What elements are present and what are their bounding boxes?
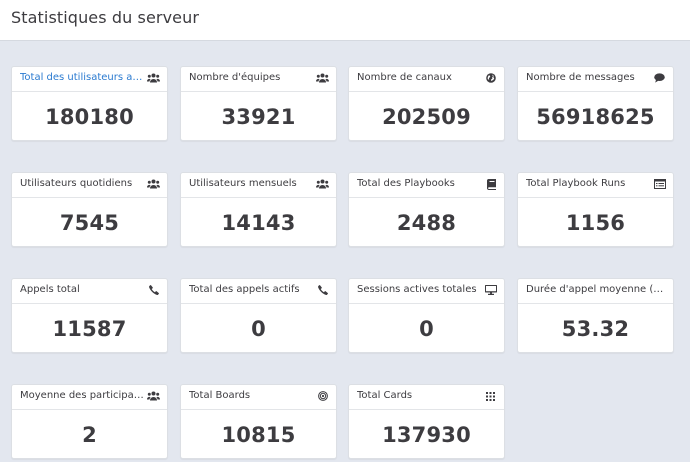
phone-icon — [147, 284, 160, 296]
card-title: Nombre de canaux — [357, 72, 452, 83]
page-title: Statistiques du serveur — [11, 8, 200, 27]
card-value: 7545 — [59, 211, 120, 235]
card-title: Moyenne des participants … — [20, 390, 144, 401]
card-value: 11587 — [52, 317, 127, 341]
users-icon — [316, 72, 329, 84]
stat-card-active-calls: Total des appels actifs 0 — [180, 278, 337, 353]
users-icon — [147, 178, 160, 190]
card-header: Total Cards — [349, 385, 504, 410]
card-title-link[interactable]: Total des utilisateurs activ… — [20, 72, 144, 83]
card-header: Sessions actives totales — [349, 279, 504, 304]
comment-icon — [653, 72, 666, 84]
stat-card-messages: Nombre de messages 56918625 — [517, 66, 674, 141]
stat-card-playbook-runs: Total Playbook Runs 1156 — [517, 172, 674, 247]
card-value: 137930 — [382, 423, 471, 447]
card-header: Total Playbook Runs — [518, 173, 673, 198]
stat-card-monthly-users: Utilisateurs mensuels 14143 — [180, 172, 337, 247]
card-title: Durée d'appel moyenne (… — [526, 284, 664, 295]
card-header: Total des appels actifs — [181, 279, 336, 304]
card-value: 56918625 — [536, 105, 655, 129]
card-header: Nombre de canaux — [349, 67, 504, 92]
card-header: Total des Playbooks — [349, 173, 504, 198]
card-header: Utilisateurs quotidiens — [12, 173, 167, 198]
card-title: Utilisateurs quotidiens — [20, 178, 133, 189]
stat-card-avg-participants: Moyenne des participants … 2 — [11, 384, 168, 459]
card-header: Total des utilisateurs activ… — [12, 67, 167, 92]
card-header: Total Boards — [181, 385, 336, 410]
card-value: 2488 — [396, 211, 457, 235]
card-header: Durée d'appel moyenne (… — [518, 279, 673, 304]
card-title: Sessions actives totales — [357, 284, 477, 295]
card-title: Utilisateurs mensuels — [189, 178, 297, 189]
card-value: 180180 — [45, 105, 134, 129]
target-icon — [316, 390, 329, 402]
stat-card-teams: Nombre d'équipes 33921 — [180, 66, 337, 141]
list-icon — [653, 178, 666, 190]
users-icon — [147, 72, 160, 84]
users-icon — [316, 178, 329, 190]
book-icon — [484, 178, 497, 190]
card-value: 33921 — [221, 105, 296, 129]
card-value: 0 — [419, 317, 434, 341]
card-title: Total des Playbooks — [357, 178, 455, 189]
card-value: 2 — [82, 423, 97, 447]
card-title: Total des appels actifs — [189, 284, 300, 295]
stat-card-daily-users: Utilisateurs quotidiens 7545 — [11, 172, 168, 247]
page-header: Statistiques du serveur — [0, 0, 690, 41]
card-header: Nombre de messages — [518, 67, 673, 92]
card-header: Utilisateurs mensuels — [181, 173, 336, 198]
users-icon — [147, 390, 160, 402]
phone-icon — [316, 284, 329, 296]
stat-card-playbooks: Total des Playbooks 2488 — [348, 172, 505, 247]
stat-card-avg-call-duration: Durée d'appel moyenne (… 53.32 — [517, 278, 674, 353]
card-title: Nombre d'équipes — [189, 72, 281, 83]
monitor-icon — [484, 284, 497, 296]
stat-card-total-calls: Appels total 11587 — [11, 278, 168, 353]
stat-card-cards: Total Cards 137930 — [348, 384, 505, 459]
card-title: Total Playbook Runs — [526, 178, 626, 189]
globe-icon — [484, 72, 497, 84]
stat-card-active-sessions: Sessions actives totales 0 — [348, 278, 505, 353]
card-value: 53.32 — [561, 317, 630, 341]
stat-card-boards: Total Boards 10815 — [180, 384, 337, 459]
card-title: Total Cards — [357, 390, 413, 401]
card-value: 0 — [251, 317, 266, 341]
stat-card-total-active-users: Total des utilisateurs activ… 180180 — [11, 66, 168, 141]
card-title: Appels total — [20, 284, 80, 295]
card-value: 202509 — [382, 105, 471, 129]
card-value: 14143 — [221, 211, 296, 235]
card-header: Nombre d'équipes — [181, 67, 336, 92]
card-title: Total Boards — [189, 390, 251, 401]
card-header: Appels total — [12, 279, 167, 304]
card-value: 1156 — [565, 211, 626, 235]
grid-icon — [484, 390, 497, 402]
stat-card-channels: Nombre de canaux 202509 — [348, 66, 505, 141]
card-value: 10815 — [221, 423, 296, 447]
card-header: Moyenne des participants … — [12, 385, 167, 410]
card-title: Nombre de messages — [526, 72, 635, 83]
